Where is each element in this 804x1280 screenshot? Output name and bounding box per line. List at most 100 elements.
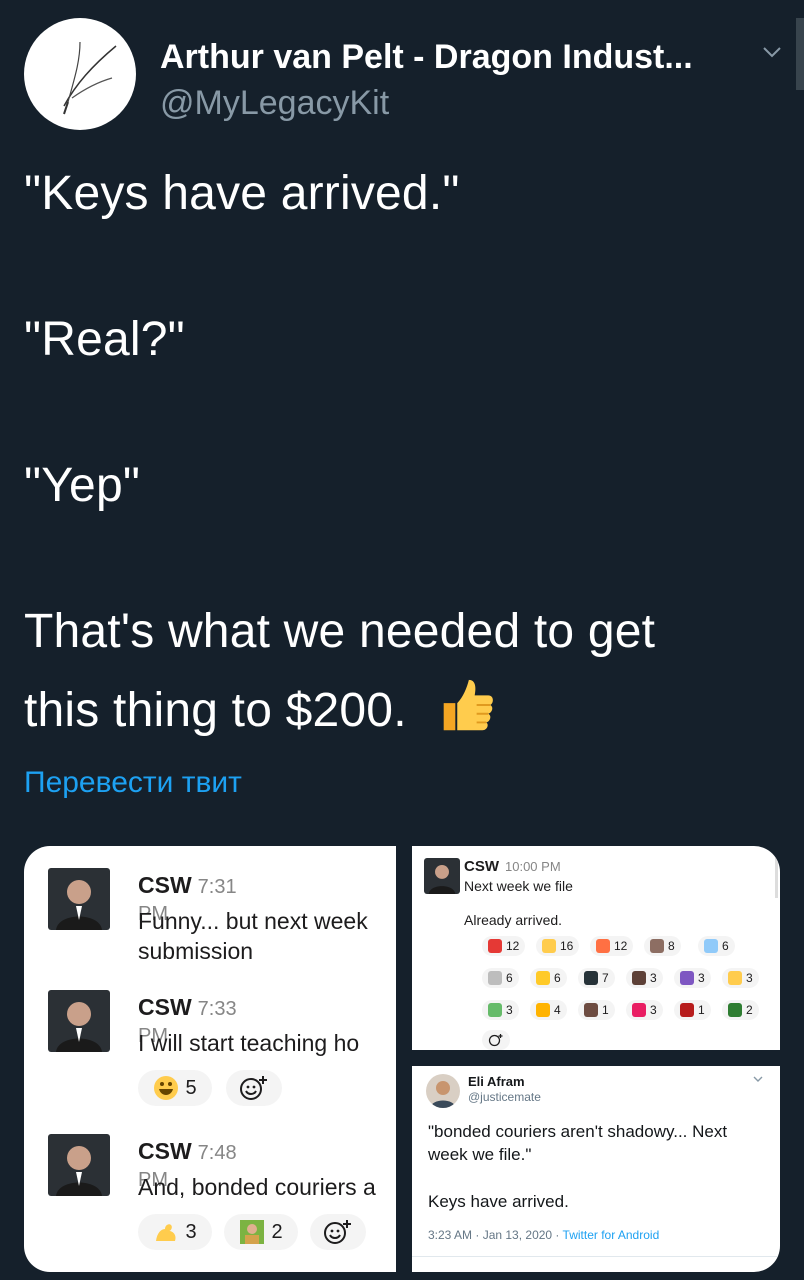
reaction-count: 5: [185, 1076, 197, 1099]
embedded-author-handle[interactable]: @justicemate: [468, 1090, 541, 1104]
fist-icon: [536, 1003, 550, 1017]
embedded-tweet-text: Keys have arrived.: [428, 1192, 569, 1211]
avatar: [48, 868, 110, 930]
reaction-green-image[interactable]: 2: [722, 1000, 759, 1020]
bottle-icon: [488, 1003, 502, 1017]
reaction-count: 3: [185, 1220, 197, 1243]
reaction-game-image[interactable]: 1: [578, 1000, 615, 1020]
message-text: Next week we file: [464, 878, 573, 894]
reaction-image[interactable]: 2: [224, 1214, 298, 1250]
embedded-tweet-text: week we file.": [428, 1145, 532, 1164]
flexed-biceps-icon: [156, 1224, 176, 1241]
reaction-count: 3: [506, 1003, 513, 1017]
avatar: [48, 990, 110, 1052]
tweet-header: Arthur van Pelt - Dragon Indust... @MyLe…: [24, 18, 804, 130]
scrollbar[interactable]: [796, 18, 804, 90]
bell-icon: [536, 971, 550, 985]
reaction-thumbs-up[interactable]: 16: [536, 936, 580, 956]
syringe-icon: [704, 939, 718, 953]
reaction-count: 7: [602, 971, 609, 985]
reaction-rose[interactable]: 3: [626, 1000, 663, 1020]
media-grid[interactable]: CSW 7:31 PM Funny... but next week submis…: [24, 846, 780, 1272]
rose-icon: [632, 1003, 646, 1017]
slack-screenshot-left[interactable]: CSW 7:31 PM Funny... but next week submis…: [24, 846, 396, 1272]
reaction-count: 3: [746, 971, 753, 985]
tweet-text-line: "Real?": [24, 313, 185, 366]
laughing-face-icon: [154, 1076, 179, 1100]
key-icon: [488, 971, 502, 985]
translate-tweet-link[interactable]: Перевести твит: [24, 766, 242, 800]
thumbs-up-icon: [443, 679, 494, 731]
reaction-bottle[interactable]: 3: [482, 1000, 519, 1020]
chevron-down-icon[interactable]: [752, 1074, 764, 1084]
person-image-icon: [650, 939, 664, 953]
message-text: submission: [138, 938, 254, 964]
tweet-text-line: "Yep": [24, 459, 141, 512]
add-reaction-button[interactable]: [482, 1030, 510, 1050]
reaction-count: 6: [722, 939, 729, 953]
reaction-count: 12: [506, 939, 520, 953]
reaction-count: 2: [271, 1220, 283, 1243]
add-emoji-icon: [488, 1034, 503, 1047]
reaction-biceps[interactable]: 3: [138, 1214, 212, 1250]
hundred-icon: [488, 939, 502, 953]
avatar: [426, 1074, 460, 1108]
reaction-crab[interactable]: 3: [674, 968, 711, 988]
feather-logo-icon: [63, 41, 117, 115]
reaction-count: 8: [668, 939, 675, 953]
tweet-text-line: That's what we needed to get: [24, 605, 656, 658]
embedded-tweet-text: "bonded couriers aren't shadowy... Next: [428, 1122, 728, 1141]
message-time: 10:00 PM: [505, 859, 561, 874]
reaction-person-image[interactable]: 8: [644, 936, 681, 956]
qr-image-icon: [584, 971, 598, 985]
divider: [412, 1256, 780, 1257]
reaction-red-box[interactable]: 1: [674, 1000, 711, 1020]
chevron-down-icon[interactable]: [760, 40, 784, 64]
display-name[interactable]: Arthur van Pelt - Dragon Indust...: [160, 38, 693, 77]
add-reaction-button[interactable]: [310, 1214, 366, 1250]
reaction-count: 3: [650, 1003, 657, 1017]
reaction-count: 6: [554, 971, 561, 985]
tweet-text-line: this thing to $200.: [24, 674, 496, 738]
reaction-laughing[interactable]: 5: [138, 1070, 212, 1106]
user-handle[interactable]: @MyLegacyKit: [160, 84, 389, 123]
slack-screenshot-right[interactable]: CSW 10:00 PM Next week we file Already ar…: [412, 846, 780, 1050]
profile-avatar[interactable]: [24, 18, 136, 130]
message-author: CSW 10:00 PM: [464, 858, 561, 875]
reaction-key[interactable]: 6: [482, 968, 519, 988]
person-image-icon: [240, 1220, 265, 1244]
red-box-icon: [680, 1003, 694, 1017]
add-emoji-icon: [240, 1076, 267, 1100]
reaction-fire[interactable]: 12: [590, 936, 634, 956]
message-text: Funny... but next week: [138, 908, 368, 934]
embedded-author-name[interactable]: Eli Afram: [468, 1074, 525, 1089]
reaction-qr-image[interactable]: 7: [578, 968, 615, 988]
tweet-text-line: "Keys have arrived.": [24, 167, 460, 220]
reaction-fist[interactable]: 4: [530, 1000, 567, 1020]
reaction-count: 4: [554, 1003, 561, 1017]
reaction-count: 1: [602, 1003, 609, 1017]
embedded-source-link[interactable]: Twitter for Android: [563, 1228, 660, 1242]
game-image-icon: [584, 1003, 598, 1017]
crab-icon: [680, 971, 694, 985]
reaction-count: 6: [506, 971, 513, 985]
avatar: [48, 1134, 110, 1196]
reaction-hundred[interactable]: 12: [482, 936, 526, 956]
reaction-bell[interactable]: 6: [530, 968, 567, 988]
reaction-count: 2: [746, 1003, 753, 1017]
embedded-tweet[interactable]: Eli Afram @justicemate "bonded couriers …: [412, 1066, 780, 1272]
reaction-syringe[interactable]: 6: [698, 936, 735, 956]
embedded-tweet-meta: 3:23 AM · Jan 13, 2020 · Twitter for And…: [428, 1228, 659, 1242]
add-emoji-icon: [324, 1220, 351, 1244]
scrollbar[interactable]: [775, 852, 778, 898]
green-image-icon: [728, 1003, 742, 1017]
reaction-count: 12: [614, 939, 628, 953]
add-reaction-button[interactable]: [226, 1070, 282, 1106]
embedded-timestamp: 3:23 AM · Jan 13, 2020 ·: [428, 1228, 563, 1242]
reaction-flexed-biceps[interactable]: 3: [722, 968, 759, 988]
avatar: [424, 858, 460, 894]
reaction-count: 3: [650, 971, 657, 985]
tweet-text-line-content: this thing to $200.: [24, 684, 407, 737]
reaction-mask[interactable]: 3: [626, 968, 663, 988]
reaction-count: 3: [698, 971, 705, 985]
